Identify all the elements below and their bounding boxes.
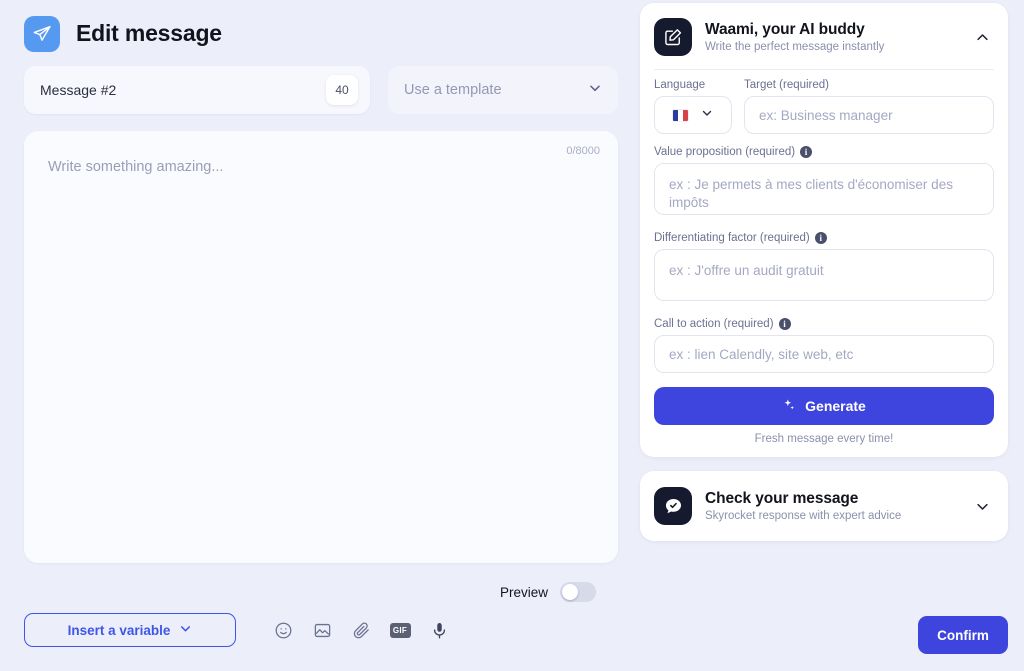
page-title: Edit message: [76, 20, 222, 46]
microphone-icon[interactable]: [428, 619, 450, 641]
france-flag-icon: [673, 109, 688, 121]
message-name-field[interactable]: Message #2 40: [24, 66, 370, 114]
toolbar-icon-group: GIF: [272, 619, 450, 641]
ai-assistant-column: Waami, your AI buddy Write the perfect m…: [640, 0, 1008, 671]
waami-ai-card: Waami, your AI buddy Write the perfect m…: [640, 3, 1008, 457]
call-to-action-label-text: Call to action (required): [654, 318, 774, 330]
value-proposition-label-text: Value proposition (required): [654, 146, 796, 158]
chat-check-icon: [654, 487, 692, 525]
emoji-icon[interactable]: [272, 619, 294, 641]
sparkle-icon: [782, 398, 796, 415]
generate-button-label: Generate: [805, 398, 866, 414]
preview-toggle[interactable]: [560, 582, 596, 602]
info-icon[interactable]: i: [800, 146, 813, 158]
check-message-card[interactable]: Check your message Skyrocket response wi…: [640, 471, 1008, 541]
call-to-action-input[interactable]: [654, 335, 994, 373]
message-editor-column: Edit message Message #2 40 Use a templat…: [0, 0, 642, 671]
generate-button[interactable]: Generate: [654, 387, 994, 425]
waami-card-titles: Waami, your AI buddy Write the perfect m…: [705, 21, 959, 53]
info-icon[interactable]: i: [778, 318, 791, 330]
message-controls-row: Message #2 40 Use a template: [24, 66, 618, 114]
page-header: Edit message: [24, 0, 618, 60]
template-select[interactable]: Use a template: [388, 66, 618, 114]
waami-card-subtitle: Write the perfect message instantly: [705, 41, 885, 53]
preview-label: Preview: [499, 584, 548, 600]
target-group: Target (required): [744, 79, 994, 134]
editor-char-counter: 0/8000: [566, 145, 600, 157]
language-group: Language: [654, 79, 732, 134]
message-count-badge: 40: [326, 75, 358, 105]
differentiating-factor-group: Differentiating factor (required) i: [654, 232, 994, 306]
check-message-header[interactable]: Check your message Skyrocket response wi…: [640, 471, 1008, 541]
editor-placeholder: Write something amazing...: [48, 159, 224, 175]
confirm-button[interactable]: Confirm: [918, 616, 1008, 654]
value-proposition-label: Value proposition (required) i: [654, 146, 994, 158]
insert-variable-button[interactable]: Insert a variable: [24, 613, 236, 647]
waami-form: Language Target (required) ex: Business …: [640, 70, 1008, 445]
value-proposition-input[interactable]: [654, 163, 994, 215]
language-select[interactable]: [654, 96, 732, 134]
image-icon[interactable]: [311, 619, 333, 641]
attachment-icon[interactable]: [350, 619, 372, 641]
value-proposition-group: Value proposition (required) i: [654, 146, 994, 220]
check-message-titles: Check your message Skyrocket response wi…: [705, 490, 959, 522]
gif-badge-label: GIF: [389, 622, 411, 638]
check-message-subtitle: Skyrocket response with expert advice: [705, 510, 902, 522]
chevron-up-icon[interactable]: [972, 30, 992, 45]
message-name-value: Message #2: [40, 82, 117, 98]
chevron-down-icon[interactable]: [972, 499, 992, 514]
send-plane-icon: [24, 15, 60, 52]
differentiating-factor-label: Differentiating factor (required) i: [654, 232, 994, 244]
gif-icon[interactable]: GIF: [389, 619, 411, 641]
call-to-action-label: Call to action (required) i: [654, 318, 994, 330]
chevron-down-icon: [179, 622, 192, 638]
preview-toggle-row: Preview: [24, 582, 618, 602]
language-target-row: Language Target (required): [654, 79, 994, 134]
edit-message-screen: Edit message Message #2 40 Use a templat…: [0, 0, 1024, 671]
edit-square-icon: [654, 18, 692, 56]
target-input[interactable]: [744, 96, 994, 134]
differentiating-factor-input[interactable]: [654, 249, 994, 301]
chevron-down-icon: [701, 106, 713, 124]
check-message-title: Check your message: [705, 490, 859, 507]
editor-toolbar: Insert a variable GIF: [24, 613, 618, 647]
preview-toggle-knob: [562, 584, 578, 600]
target-label: Target (required): [744, 79, 830, 91]
template-select-label: Use a template: [404, 82, 502, 98]
info-icon[interactable]: i: [814, 232, 827, 244]
message-editor[interactable]: 0/8000 Write something amazing...: [24, 131, 618, 563]
language-label: Language: [654, 79, 706, 91]
differentiating-factor-label-text: Differentiating factor (required): [654, 232, 810, 244]
generate-note: Fresh message every time!: [754, 433, 894, 445]
insert-variable-label: Insert a variable: [67, 622, 171, 638]
chevron-down-icon: [588, 81, 602, 100]
waami-card-title: Waami, your AI buddy: [705, 21, 865, 38]
call-to-action-group: Call to action (required) i: [654, 318, 994, 373]
waami-card-header[interactable]: Waami, your AI buddy Write the perfect m…: [640, 3, 1008, 69]
